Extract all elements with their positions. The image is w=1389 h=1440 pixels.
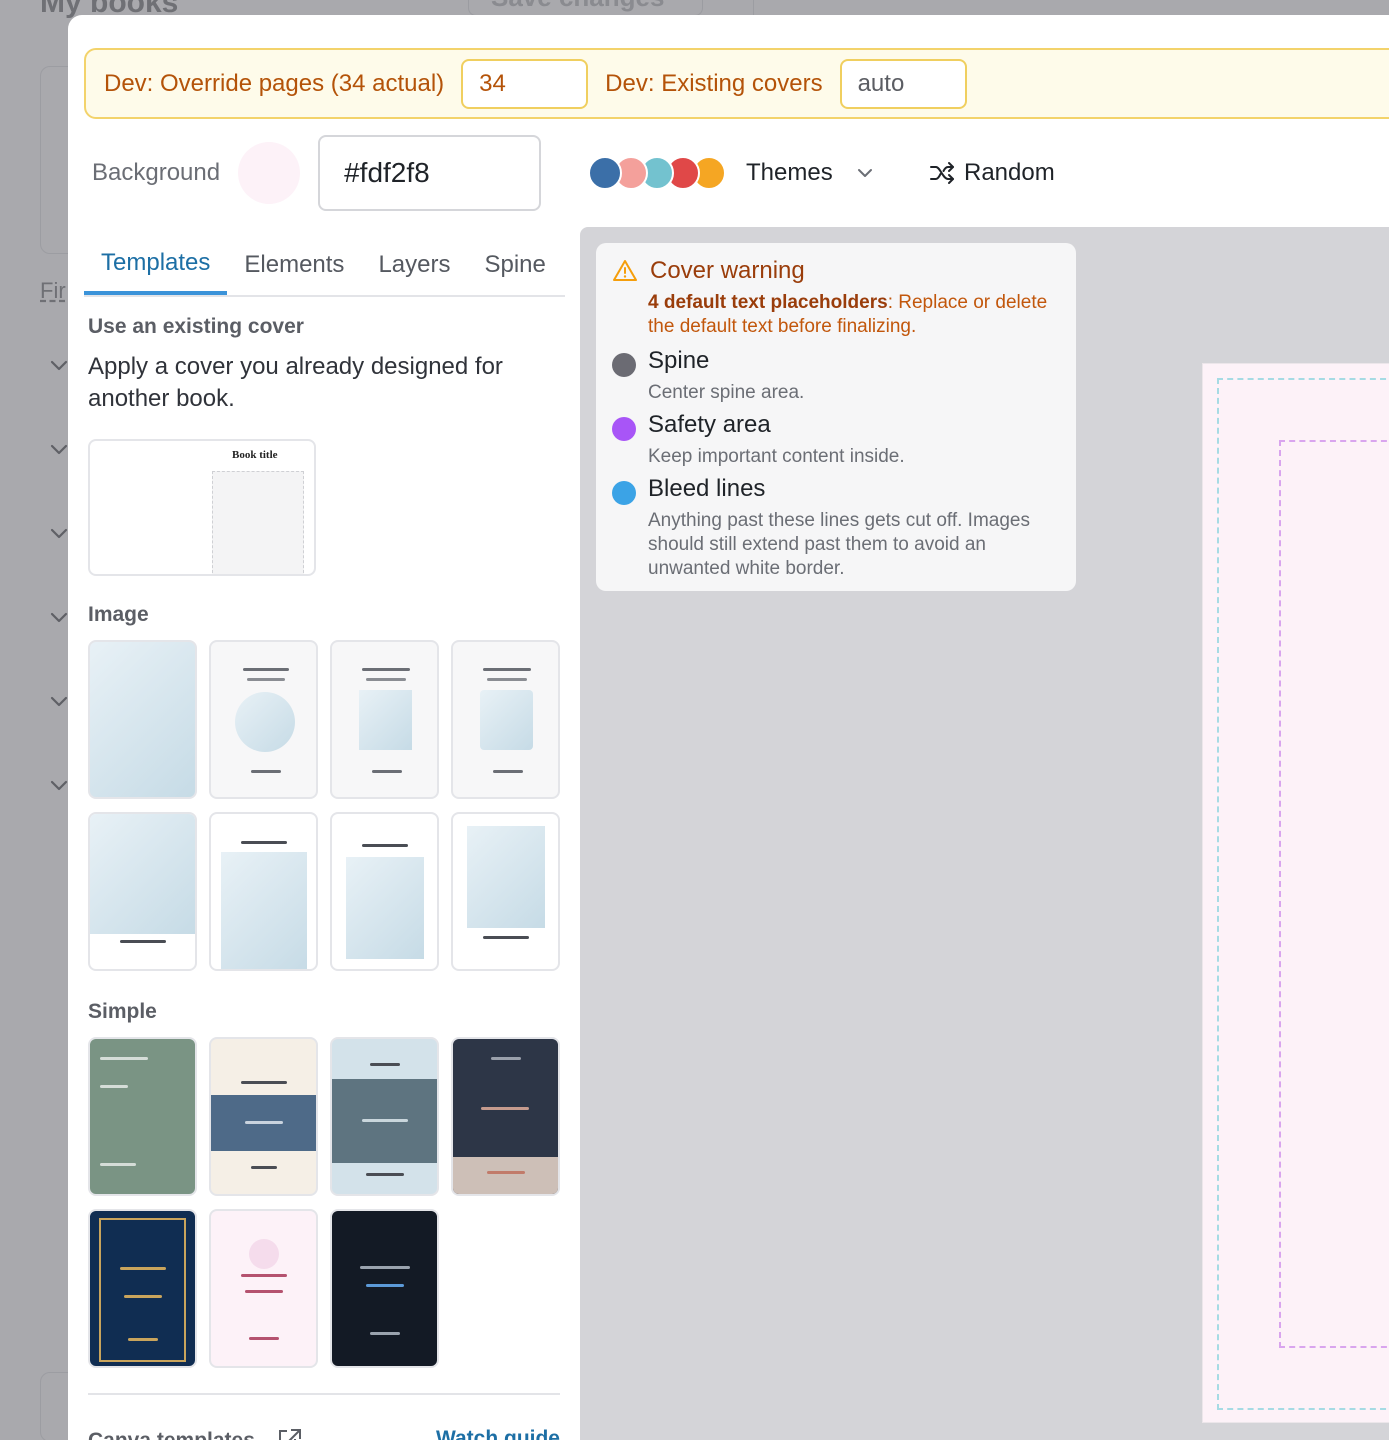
existing-cover-page bbox=[212, 471, 304, 574]
override-pages-input[interactable]: 34 bbox=[461, 58, 589, 109]
chevron-down-icon bbox=[50, 524, 68, 542]
simple-section-title: Simple bbox=[88, 1000, 157, 1023]
legend-subtitle: Center spine area. bbox=[648, 382, 805, 403]
tab-spine[interactable]: Spine bbox=[467, 235, 562, 295]
shuffle-icon bbox=[930, 162, 954, 184]
dev-bar: Dev: Override pages (34 actual) 34 Dev: … bbox=[84, 48, 1389, 119]
template-card[interactable] bbox=[88, 1037, 197, 1196]
tab-templates[interactable]: Templates bbox=[84, 235, 228, 295]
warning-bold: 4 default text placeholders bbox=[648, 292, 888, 313]
chevron-down-icon bbox=[50, 356, 68, 374]
template-card[interactable] bbox=[209, 640, 318, 799]
background-hex-input[interactable]: #fdf2f8 bbox=[318, 135, 542, 211]
warning-message: 4 default text placeholders: Replace or … bbox=[648, 291, 1058, 339]
warning-icon bbox=[613, 260, 637, 281]
dev-override-label: Dev: Override pages (34 actual) bbox=[104, 69, 445, 97]
template-card[interactable] bbox=[88, 640, 197, 799]
background-link: Fir bbox=[40, 278, 66, 303]
canva-templates-row: Canva templates Watch guide bbox=[88, 1427, 560, 1440]
template-card[interactable] bbox=[451, 812, 560, 971]
chevron-down-icon bbox=[50, 608, 68, 626]
cover-warning-panel: Cover warning 4 default text placeholder… bbox=[596, 243, 1076, 591]
panel-tabs: Templates Elements Layers Spine bbox=[84, 235, 565, 297]
warning-title: Cover warning bbox=[650, 257, 805, 284]
themes-label: Themes bbox=[746, 159, 833, 186]
dev-covers-label: Dev: Existing covers bbox=[605, 69, 823, 97]
tab-elements[interactable]: Elements bbox=[227, 235, 361, 295]
image-section-title: Image bbox=[88, 603, 149, 626]
existing-cover-title: Use an existing cover bbox=[88, 315, 304, 338]
background-label: Background bbox=[92, 159, 221, 186]
template-card[interactable] bbox=[209, 1037, 318, 1196]
background-color-swatch[interactable] bbox=[238, 142, 301, 204]
template-card[interactable] bbox=[451, 640, 560, 799]
divider bbox=[88, 1393, 560, 1395]
template-card[interactable] bbox=[88, 812, 197, 971]
chevron-down-icon bbox=[50, 776, 68, 794]
template-card[interactable] bbox=[451, 1037, 560, 1196]
existing-cover-card[interactable]: Book title bbox=[88, 439, 316, 576]
template-card[interactable] bbox=[330, 812, 439, 971]
watch-guide-link[interactable]: Watch guide bbox=[436, 1427, 560, 1440]
existing-cover-book-title: Book title bbox=[232, 449, 278, 461]
spine-dot bbox=[612, 353, 636, 377]
bleed-dot bbox=[612, 481, 636, 505]
legend-title: Bleed lines bbox=[648, 475, 766, 502]
theme-color-dots bbox=[588, 156, 726, 190]
canva-templates-title: Canva templates bbox=[88, 1429, 255, 1440]
template-card[interactable] bbox=[330, 1209, 439, 1368]
legend-subtitle: Anything past these lines gets cut off. … bbox=[648, 510, 1030, 579]
template-card[interactable] bbox=[88, 1209, 197, 1368]
background-row: Background #fdf2f8 bbox=[92, 135, 542, 211]
existing-cover-description: Apply a cover you already designed for a… bbox=[88, 353, 503, 412]
warning-header: Cover warning bbox=[612, 257, 805, 285]
legend-subtitle: Keep important content inside. bbox=[648, 446, 905, 467]
save-changes-button: Save changes bbox=[468, 0, 703, 16]
legend-title: Safety area bbox=[648, 411, 771, 438]
legend-title: Spine bbox=[648, 347, 710, 374]
theme-color-dot bbox=[588, 156, 622, 190]
template-card[interactable] bbox=[330, 640, 439, 799]
chevron-down-icon bbox=[857, 169, 872, 177]
cover-editor-modal: Dev: Override pages (34 actual) 34 Dev: … bbox=[68, 15, 1389, 1440]
templates-panel: Use an existing cover Apply a cover you … bbox=[88, 315, 563, 576]
template-card[interactable] bbox=[209, 812, 318, 971]
template-card[interactable] bbox=[330, 1037, 439, 1196]
template-card[interactable] bbox=[209, 1209, 318, 1368]
themes-dropdown[interactable]: Themes bbox=[588, 155, 875, 191]
external-link-icon[interactable] bbox=[277, 1427, 303, 1440]
divider bbox=[753, 0, 754, 16]
cover-canvas: Cover warning 4 default text placeholder… bbox=[580, 227, 1389, 1440]
chevron-down-icon bbox=[50, 692, 68, 710]
cover-preview[interactable] bbox=[1202, 363, 1389, 1423]
safety-area bbox=[1279, 440, 1389, 1348]
tab-layers[interactable]: Layers bbox=[361, 235, 467, 295]
existing-covers-input[interactable]: auto bbox=[839, 58, 967, 109]
chevron-down-icon bbox=[50, 440, 68, 458]
safety-dot bbox=[612, 417, 636, 441]
random-label: Random bbox=[964, 159, 1055, 186]
random-button[interactable]: Random bbox=[928, 155, 1055, 191]
